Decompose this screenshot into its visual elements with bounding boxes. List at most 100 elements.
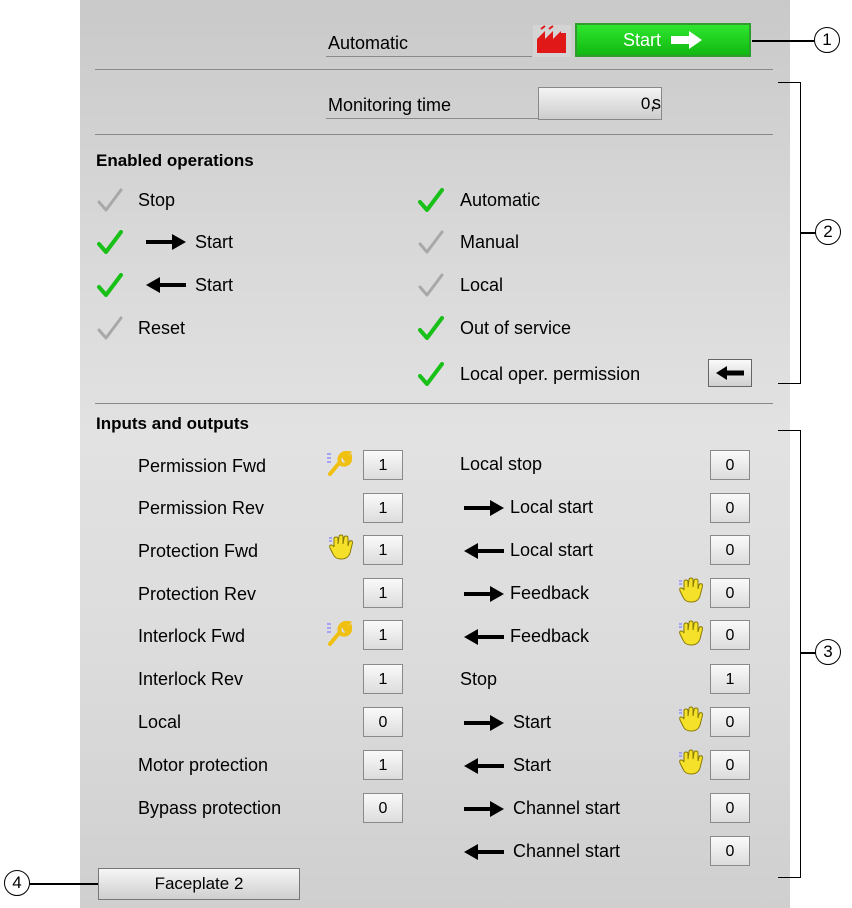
protection-fwd-value: 1 xyxy=(363,535,403,565)
start-rev-value: 0 xyxy=(710,750,750,780)
hand-icon xyxy=(679,749,703,775)
check-enabled-icon xyxy=(418,188,444,212)
arrow-left-icon xyxy=(464,758,504,774)
io-bypass-protection: Bypass protection xyxy=(138,798,282,818)
arrow-left-icon xyxy=(464,844,504,860)
io-feedback-fwd: Feedback xyxy=(510,583,590,603)
stop-value: 1 xyxy=(710,664,750,694)
interlock-rev-value: 1 xyxy=(363,664,403,694)
feedback-fwd-value: 0 xyxy=(710,578,750,608)
op-manual: Manual xyxy=(460,232,520,252)
check-enabled-icon xyxy=(97,230,123,254)
check-enabled-icon xyxy=(418,362,444,386)
op-reset: Reset xyxy=(138,318,186,338)
io-protection-rev: Protection Rev xyxy=(138,584,257,604)
start-button-label: Start xyxy=(622,29,661,50)
wrench-icon xyxy=(327,450,352,476)
io-local-stop: Local stop xyxy=(460,454,543,474)
divider xyxy=(95,134,773,135)
start-fwd-value: 0 xyxy=(710,707,750,737)
hand-icon xyxy=(329,534,353,560)
arrow-left-icon xyxy=(464,629,504,645)
monitoring-time-unit: s xyxy=(652,93,661,113)
callout-1: 1 xyxy=(814,27,840,53)
monitoring-time-field[interactable]: 0, xyxy=(538,87,662,120)
check-disabled-icon xyxy=(418,273,444,297)
arrow-left-icon xyxy=(464,543,504,559)
io-stop: Stop xyxy=(460,669,498,689)
local-start-fwd-value: 0 xyxy=(710,493,750,523)
channel-start-rev-value: 0 xyxy=(710,836,750,866)
io-local-start-fwd: Local start xyxy=(510,497,594,517)
check-enabled-icon xyxy=(418,316,444,340)
io-start-fwd: Start xyxy=(513,712,552,732)
faceplate-2-button[interactable]: Faceplate 2 xyxy=(98,868,300,900)
monitoring-underline xyxy=(326,118,538,119)
arrow-right-icon xyxy=(464,500,504,516)
op-start-rev: Start xyxy=(195,275,234,295)
mode-label: Automatic xyxy=(328,33,409,53)
callout-4: 4 xyxy=(4,870,30,896)
hand-icon xyxy=(679,620,703,646)
motor-status-icon xyxy=(533,25,571,57)
check-disabled-icon xyxy=(97,188,123,212)
arrow-left-icon xyxy=(146,277,186,293)
local-start-rev-value: 0 xyxy=(710,535,750,565)
op-stop: Stop xyxy=(138,190,176,210)
op-out-of-service: Out of service xyxy=(460,318,572,338)
hand-icon xyxy=(679,706,703,732)
io-permission-rev: Permission Rev xyxy=(138,498,265,518)
wrench-icon xyxy=(327,620,352,646)
io-feedback-rev: Feedback xyxy=(510,626,590,646)
arrow-left-icon xyxy=(716,366,744,380)
callout-bracket xyxy=(778,430,801,878)
io-motor-protection: Motor protection xyxy=(138,755,269,775)
arrow-right-icon xyxy=(464,586,504,602)
callout-bracket xyxy=(778,82,801,384)
start-button[interactable]: Start xyxy=(575,23,751,57)
arrow-right-icon xyxy=(671,31,702,49)
arrow-right-icon xyxy=(146,234,186,250)
io-local: Local xyxy=(138,712,182,732)
io-start-rev: Start xyxy=(513,755,552,775)
motor-protection-value: 1 xyxy=(363,750,403,780)
monitoring-time-label: Monitoring time xyxy=(328,95,452,115)
io-title: Inputs and outputs xyxy=(96,414,249,433)
enabled-operations-title: Enabled operations xyxy=(96,151,254,170)
io-interlock-rev: Interlock Rev xyxy=(138,669,244,689)
interlock-fwd-value: 1 xyxy=(363,620,403,650)
callout-3: 3 xyxy=(815,639,841,665)
io-local-start-rev: Local start xyxy=(510,540,594,560)
local-stop-value: 0 xyxy=(710,450,750,480)
op-local: Local xyxy=(460,275,504,295)
check-disabled-icon xyxy=(97,316,123,340)
io-permission-fwd: Permission Fwd xyxy=(138,456,267,476)
callout-leader xyxy=(800,232,816,234)
callout-leader xyxy=(800,652,816,654)
mode-underline xyxy=(326,56,532,57)
arrow-right-icon xyxy=(464,715,504,731)
divider xyxy=(95,403,773,404)
local-permission-button[interactable] xyxy=(708,359,752,387)
callout-leader xyxy=(30,883,98,885)
local-value: 0 xyxy=(363,707,403,737)
io-interlock-fwd: Interlock Fwd xyxy=(138,626,246,646)
io-protection-fwd: Protection Fwd xyxy=(138,541,259,561)
io-channel-start-fwd: Channel start xyxy=(513,798,621,818)
permission-rev-value: 1 xyxy=(363,493,403,523)
bypass-protection-value: 0 xyxy=(363,793,403,823)
check-disabled-icon xyxy=(418,230,444,254)
check-enabled-icon xyxy=(97,273,123,297)
op-start-fwd: Start xyxy=(195,232,234,252)
hand-icon xyxy=(679,577,703,603)
feedback-rev-value: 0 xyxy=(710,620,750,650)
divider xyxy=(95,69,773,70)
callout-leader xyxy=(752,40,814,42)
channel-start-fwd-value: 0 xyxy=(710,793,750,823)
permission-fwd-value: 1 xyxy=(363,450,403,480)
op-local-oper-permission: Local oper. permission xyxy=(460,364,641,384)
io-channel-start-rev: Channel start xyxy=(513,841,621,861)
callout-2: 2 xyxy=(815,219,841,245)
protection-rev-value: 1 xyxy=(363,578,403,608)
op-automatic: Automatic xyxy=(460,190,541,210)
